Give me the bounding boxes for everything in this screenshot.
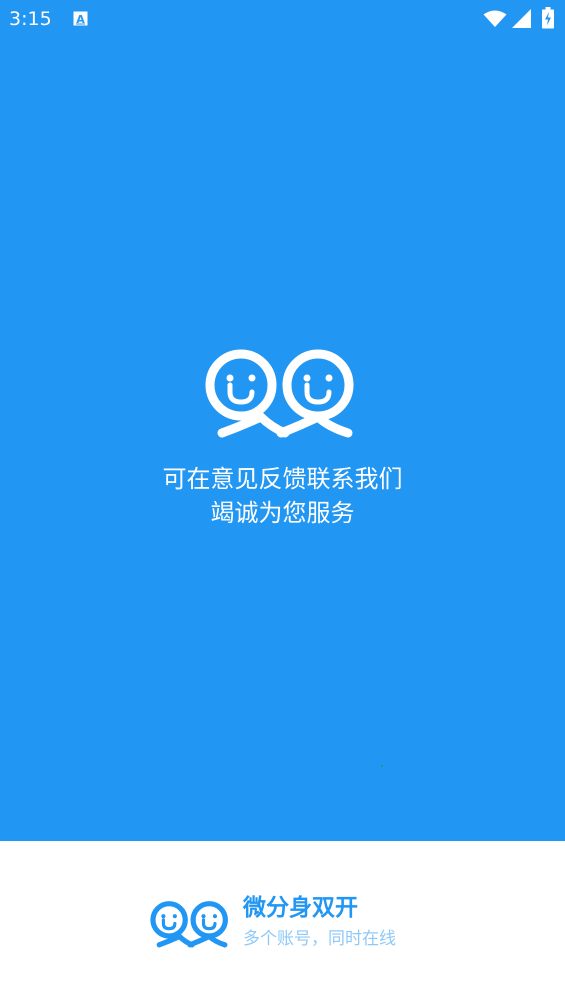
text-a-icon: A	[73, 11, 88, 26]
contact-feedback-text: 可在意见反馈联系我们	[162, 465, 403, 493]
cellular-signal-icon	[512, 9, 531, 28]
status-bar: 3:15 A	[0, 0, 565, 38]
app-name: 微分身双开	[243, 895, 358, 921]
splash-background: 3:15 A 可在意见反馈联系我们 竭诚为您服务	[0, 0, 565, 841]
pixel-mark	[381, 765, 383, 767]
status-time: 3:15	[9, 8, 52, 30]
footer-branding: 微分身双开 多个账号，同时在线	[0, 841, 565, 1004]
service-slogan-text: 竭诚为您服务	[210, 499, 355, 527]
smiley-duo-logo	[205, 349, 354, 438]
battery-charging-icon	[542, 7, 554, 29]
smiley-duo-logo	[150, 901, 228, 948]
app-tagline: 多个账号，同时在线	[243, 929, 396, 949]
splash-screen: 3:15 A 可在意见反馈联系我们 竭诚为您服务 微分身双开 多个账号，同时在线	[0, 0, 565, 1004]
wifi-icon	[483, 10, 507, 27]
